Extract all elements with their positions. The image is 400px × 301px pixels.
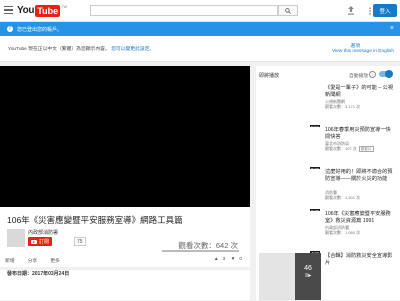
- video-thumbnail[interactable]: 5:56: [259, 85, 321, 133]
- subscribe-label: 訂閱: [39, 239, 50, 245]
- alert-icon: !: [7, 26, 13, 32]
- recommended-playlist[interactable]: 46 ≡▸ 【合輯】消防救災安全宣導影片: [259, 253, 395, 301]
- language-message: YouTube 現在正以中文（繁體）為您顯示內容。 您可以變更此設定。: [8, 45, 154, 52]
- youtube-play-icon: [31, 239, 37, 244]
- channel-avatar[interactable]: [7, 229, 25, 247]
- like-count: 3: [222, 257, 226, 262]
- action-bar: 新增 分享 更多: [5, 257, 73, 264]
- video-player[interactable]: [0, 66, 250, 207]
- video-description: 發布日期：2017年03月24日: [0, 270, 250, 300]
- subscribe-button[interactable]: 訂閱: [28, 237, 53, 246]
- add-to-button[interactable]: 新增: [5, 257, 15, 264]
- menu-icon[interactable]: [4, 6, 13, 15]
- new-badge: 新影片: [358, 146, 374, 152]
- recommended-views: 觀看次數：1,201 次: [325, 195, 361, 200]
- options-link[interactable]: 選項: [350, 42, 360, 49]
- masthead: You Tube TW 登入: [0, 0, 400, 22]
- recommended-views: 觀看次數：3,171 次: [325, 104, 361, 109]
- sentiment-bar: [162, 250, 239, 252]
- recommended-item[interactable]: 9:26 106年春季用災預防宣導一快問快答 臺北市消防局 觀看次數：107 次…: [259, 127, 395, 175]
- logo-region-text: TW: [61, 4, 68, 9]
- recommended-item[interactable]: 5:56 《愛是一輩子》的可能 – 公視新聞網 公視新聞網 觀看次數：3,171…: [259, 85, 395, 133]
- dislike-count: 0: [239, 257, 242, 262]
- change-setting-link[interactable]: 您可以變更此設定。: [111, 47, 154, 52]
- signed-out-notice: ! 您已登出您的帳戶。 ×: [0, 22, 400, 36]
- autoplay-label: 自動播放: [349, 74, 369, 79]
- search-button[interactable]: [278, 5, 298, 16]
- recommended-title[interactable]: 【合輯】消防救災安全宣導影片: [325, 253, 395, 266]
- recommended-title[interactable]: 《愛是一輩子》的可能 – 公視新聞網: [325, 85, 395, 98]
- language-message-text: YouTube 現在正以中文（繁體）為您顯示內容。: [8, 47, 110, 52]
- playlist-count: 46: [304, 265, 312, 272]
- playlist-overlay: 46 ≡▸: [295, 253, 321, 300]
- logo-you-text: You: [17, 5, 35, 16]
- youtube-logo[interactable]: You Tube TW: [17, 4, 67, 17]
- subscriber-count: 75: [74, 237, 86, 246]
- publish-date: 發布日期：2017年03月24日: [7, 271, 70, 277]
- notice-text: 您已登出您的帳戶。: [17, 26, 63, 33]
- video-thumbnail[interactable]: 9:26: [259, 127, 321, 175]
- view-english-link[interactable]: View this message in English: [332, 49, 394, 54]
- video-thumbnail[interactable]: 4:02: [259, 211, 321, 259]
- video-title: 106年《災害應變暨平安服務室導》網路工具篇: [7, 215, 183, 225]
- video-info: 106年《災害應變暨平安服務室導》網路工具篇 內政部消防署 訂閱 75 觀看次數…: [0, 207, 250, 267]
- close-icon[interactable]: ×: [390, 25, 394, 32]
- recommended-item[interactable]: 4:02 106年《災害應變暨平安服務室》救災資源篇 1991 內政部消防署 觀…: [259, 211, 395, 259]
- share-button[interactable]: 分享: [28, 257, 38, 264]
- channel-name[interactable]: 內政部消防署: [28, 229, 58, 236]
- like-dislike: ▲ 3 ▼ 0: [210, 257, 242, 262]
- playlist-thumbnail[interactable]: 46 ≡▸: [259, 253, 321, 301]
- upload-icon[interactable]: [347, 6, 355, 15]
- info-icon[interactable]: i: [369, 71, 376, 78]
- search-input[interactable]: [90, 5, 278, 16]
- recommended-title[interactable]: 106年春季用災預防宣導一快問快答: [325, 127, 395, 140]
- more-button[interactable]: 更多: [50, 257, 60, 264]
- playlist-icon: ≡▸: [304, 273, 312, 279]
- autoplay-toggle[interactable]: [379, 70, 393, 78]
- recommended-views: 觀看次數：107 次新影片: [325, 146, 395, 152]
- recommended-views-text: 觀看次數：107 次: [325, 146, 357, 151]
- logo-tube-text: Tube: [35, 4, 61, 17]
- recommended-title[interactable]: 這麼好用的！即將不適合的預防宣導——關於火災的功能: [325, 169, 395, 182]
- recommended-title[interactable]: 106年《災害應變暨平安服務室》救災資源篇 1991: [325, 211, 395, 224]
- like-icon[interactable]: ▲: [214, 257, 219, 262]
- recommended-item[interactable]: 6:39 這麼好用的！即將不適合的預防宣導——關於火災的功能 消防署 觀看次數：…: [259, 169, 395, 217]
- recommended-views: 觀看次數：1,080 次: [325, 230, 361, 235]
- related-sidebar: 即將播放 自動播放 i 5:56 《愛是一輩子》的可能 – 公視新聞網 公視新聞…: [256, 66, 400, 301]
- up-next-label: 即將播放: [259, 73, 280, 79]
- dislike-icon[interactable]: ▼: [231, 257, 236, 262]
- video-thumbnail[interactable]: 6:39: [259, 169, 321, 217]
- language-bar: YouTube 現在正以中文（繁體）為您顯示內容。 您可以變更此設定。 選項 V…: [0, 36, 400, 62]
- signin-button[interactable]: 登入: [373, 4, 397, 17]
- search-icon: [285, 7, 291, 14]
